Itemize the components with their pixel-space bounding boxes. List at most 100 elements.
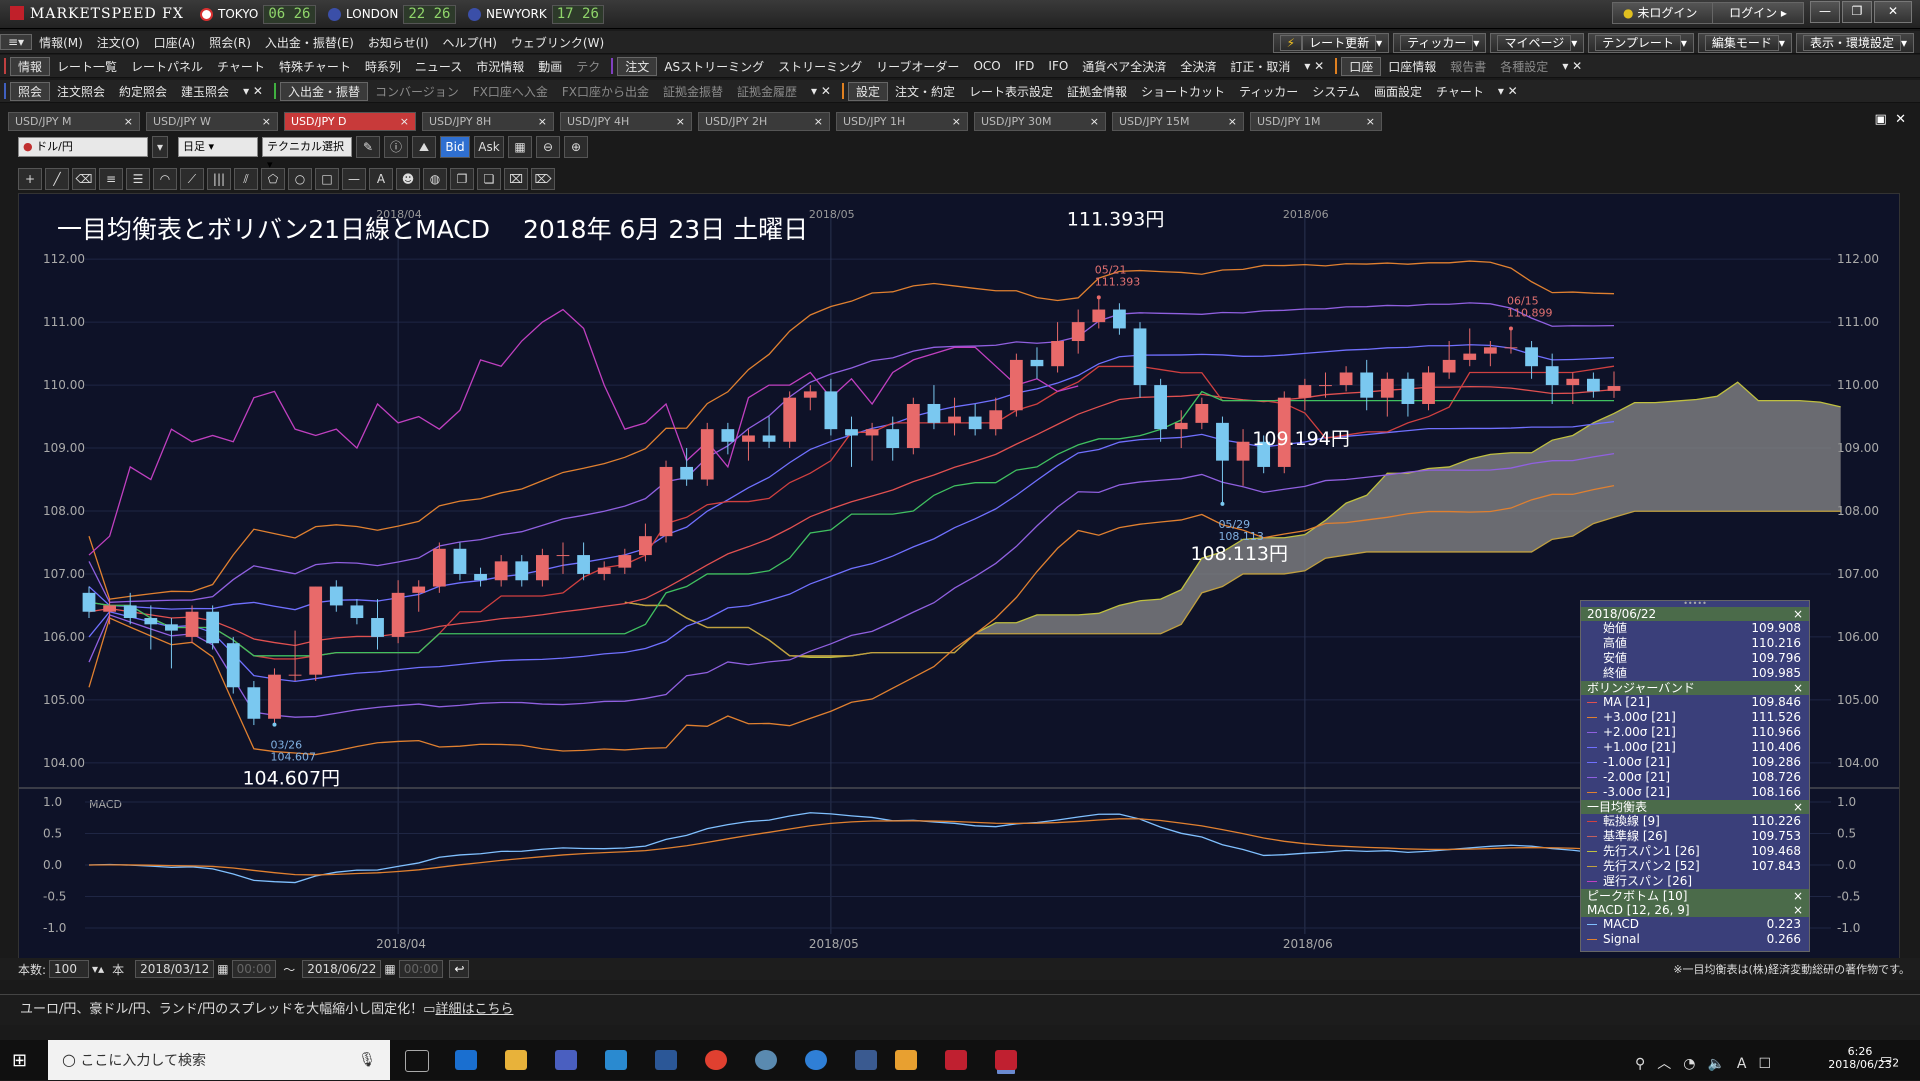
app-orange-icon[interactable]: [895, 1050, 917, 1070]
tb-shortcut[interactable]: ショートカット: [1134, 83, 1232, 100]
bid-toggle[interactable]: Bid: [440, 136, 470, 158]
tb-system[interactable]: システム: [1305, 83, 1367, 100]
feather-icon[interactable]: [855, 1050, 877, 1070]
time-to-input[interactable]: 00:00: [398, 960, 444, 978]
tray-icons[interactable]: ⚲︿◔🔈A☐: [1635, 1053, 1783, 1073]
close-window-button[interactable]: ✕: [1874, 1, 1912, 23]
word-icon[interactable]: [655, 1050, 677, 1070]
hlines-icon[interactable]: ≡: [99, 168, 123, 190]
tb-screen-settings[interactable]: 画面設定: [1367, 83, 1429, 100]
vlines-icon[interactable]: |||: [207, 168, 231, 190]
task-view-icon[interactable]: [405, 1050, 429, 1072]
mic-icon[interactable]: 🎙: [358, 1040, 376, 1080]
tb-leave-order[interactable]: リーブオーダー: [869, 58, 966, 75]
count-input[interactable]: 100: [49, 960, 90, 978]
tb-margin-transfer[interactable]: 証拠金振替: [656, 83, 730, 100]
dropdown-icon[interactable]: ▾ ✕: [236, 84, 270, 98]
restore-button[interactable]: ❐: [1842, 1, 1872, 23]
close-icon[interactable]: ×: [1793, 681, 1803, 695]
tb-tech[interactable]: テク: [569, 58, 607, 75]
tb-margin-info[interactable]: 証拠金情報: [1060, 83, 1134, 100]
menu-account[interactable]: 口座(A): [147, 34, 203, 51]
taskbar-search[interactable]: ○ ここに入力して検索 🎙: [48, 1040, 390, 1080]
tb-account-info[interactable]: 口座情報: [1381, 58, 1443, 75]
zoom-out-icon[interactable]: ⊖: [536, 136, 560, 158]
calendar-app-icon[interactable]: [555, 1050, 577, 1070]
crosshair-icon[interactable]: +: [18, 168, 42, 190]
date-from-input[interactable]: 2018/03/12: [135, 960, 215, 978]
tb-rate-list[interactable]: レート一覧: [50, 58, 124, 75]
menu-info[interactable]: 情報(M): [32, 34, 90, 51]
tb-report[interactable]: 報告書: [1443, 58, 1493, 75]
tab-close-icon[interactable]: ×: [1228, 113, 1237, 130]
delete-all-icon[interactable]: ⌦: [531, 168, 555, 190]
edit-mode-button[interactable]: 編集モード ▾: [1697, 33, 1792, 53]
dropdown-icon[interactable]: ▾ ✕: [1555, 59, 1589, 73]
tab-close-icon[interactable]: ×: [400, 113, 409, 130]
tb-exec-inquiry[interactable]: 約定照会: [112, 83, 174, 100]
menu-inquiry[interactable]: 照会(R): [202, 34, 258, 51]
pentagon-icon[interactable]: ⬠: [261, 168, 285, 190]
close-icon[interactable]: ×: [1793, 607, 1803, 621]
stamp-icon[interactable]: ☻: [396, 168, 420, 190]
pen-icon[interactable]: ✎: [356, 136, 380, 158]
tb-ifo[interactable]: IFO: [1041, 59, 1075, 73]
tab-usd-jpy-15m[interactable]: USD/JPY 15M ×: [1112, 112, 1244, 131]
tb-all-settle[interactable]: 全決済: [1173, 58, 1223, 75]
template-button[interactable]: テンプレート ▾: [1588, 33, 1694, 53]
calendar-icon[interactable]: ▦: [217, 962, 228, 976]
tb-rate-display-settings[interactable]: レート表示設定: [962, 83, 1060, 100]
copy-icon[interactable]: ❐: [450, 168, 474, 190]
info-icon[interactable]: ⓘ: [384, 136, 408, 158]
close-icon[interactable]: ✕: [1895, 112, 1906, 127]
calendar-icon[interactable]: ▦: [384, 962, 395, 976]
close-icon[interactable]: ×: [1793, 800, 1803, 814]
menu-weblink[interactable]: ウェブリンク(W): [504, 34, 611, 51]
tb-modify-cancel[interactable]: 訂正・取消: [1223, 58, 1297, 75]
notification-icon[interactable]: ▭2: [1880, 1052, 1899, 1070]
tb-conversion[interactable]: コンバージョン: [368, 83, 466, 100]
tb-special-chart[interactable]: 特殊チャート: [272, 58, 358, 75]
order-group-label[interactable]: 注文: [617, 56, 658, 76]
tab-usd-jpy-2h[interactable]: USD/JPY 2H ×: [698, 112, 830, 131]
dropdown-icon[interactable]: ▾ ✕: [1491, 84, 1525, 98]
marketspeed-icon-2[interactable]: [995, 1050, 1017, 1070]
tb-timeseries[interactable]: 時系列: [358, 58, 408, 75]
technical-select[interactable]: テクニカル選択 ▾: [262, 137, 352, 171]
tab-usd-jpy-d[interactable]: USD/JPY D ×: [284, 112, 416, 131]
tb-as-streaming[interactable]: ASストリーミング: [657, 58, 771, 75]
tb-pair-settle[interactable]: 通貨ペア全決済: [1075, 58, 1173, 75]
edge-icon[interactable]: [805, 1050, 827, 1070]
chart-type-icon[interactable]: ▦: [508, 136, 532, 158]
dropdown-icon[interactable]: ▾ ✕: [804, 84, 838, 98]
tab-close-icon[interactable]: ×: [538, 113, 547, 130]
menu-deposit[interactable]: 入出金・振替(E): [258, 34, 361, 51]
login-button[interactable]: ログイン ▸: [1712, 2, 1804, 24]
arc-icon[interactable]: ◠: [153, 168, 177, 190]
tab-close-icon[interactable]: ×: [124, 113, 133, 130]
mountain-chart-icon[interactable]: ⛰: [412, 136, 436, 158]
tb-market-info[interactable]: 市況情報: [469, 58, 531, 75]
menu-notice[interactable]: お知らせ(I): [361, 34, 436, 51]
store-icon[interactable]: [605, 1050, 627, 1070]
period-select[interactable]: 日足 ▾: [178, 137, 258, 157]
info-group-label[interactable]: 情報: [10, 56, 51, 76]
tab-close-icon[interactable]: ×: [262, 113, 271, 130]
fan-icon[interactable]: ⟋: [180, 168, 204, 190]
minimize-button[interactable]: —: [1810, 1, 1840, 23]
tb-fx-deposit[interactable]: FX口座へ入金: [466, 83, 555, 100]
ticker-button[interactable]: ティッカー ▾: [1393, 33, 1487, 53]
zoom-in-icon[interactable]: ⊕: [564, 136, 588, 158]
time-from-input[interactable]: 00:00: [231, 960, 277, 978]
deposit-group-label[interactable]: 入出金・振替: [279, 81, 368, 101]
delete-icon[interactable]: ⌧: [504, 168, 528, 190]
marketspeed-icon-1[interactable]: [945, 1050, 967, 1070]
tb-chart[interactable]: チャート: [210, 58, 272, 75]
tab-usd-jpy-1h[interactable]: USD/JPY 1H ×: [836, 112, 968, 131]
ie-icon[interactable]: [455, 1050, 477, 1070]
tb-fx-withdraw[interactable]: FX口座から出金: [555, 83, 656, 100]
pair-select[interactable]: ● ドル/円: [18, 137, 148, 157]
news-link[interactable]: 詳細はこちら: [435, 1002, 513, 1017]
date-to-input[interactable]: 2018/06/22: [302, 960, 382, 978]
tb-position-inquiry[interactable]: 建玉照会: [174, 83, 236, 100]
